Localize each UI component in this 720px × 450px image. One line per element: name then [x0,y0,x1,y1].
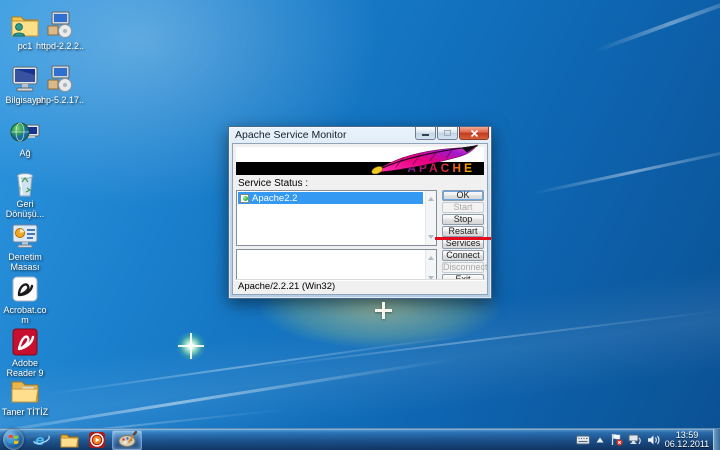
icon-label: Ağ [19,148,30,158]
windows-explorer-taskbar-icon[interactable] [56,430,82,450]
icon-label: Acrobat.com [0,305,50,325]
service-name: Apache2.2 [252,193,297,204]
desktop-icon-network[interactable]: Ağ [0,117,50,158]
taskbar-clock[interactable]: 13:59 06.12.2011 [664,431,710,449]
desktop-icon-recycle-bin[interactable]: Geri Dönüşü... [0,168,50,219]
apache-feather-icon [366,144,482,174]
recycle-bin-icon [9,168,41,198]
desktop-icon-httpd-installer[interactable]: httpd-2.2.2.. [35,10,85,51]
show-hidden-icons-button[interactable] [595,436,605,444]
icon-label: php-5.2.17.. [36,95,84,105]
dialog-body: APACHE Service Status : [232,143,488,295]
disconnect-button: Disconnect [442,262,484,273]
keyboard-tray-icon[interactable] [576,435,590,445]
start-button[interactable] [3,429,24,450]
icon-label: Denetim Masası [0,252,50,272]
paint-taskbar-button[interactable] [112,430,142,450]
close-button[interactable] [459,127,489,140]
media-player-taskbar-icon[interactable] [84,430,110,450]
volume-tray-icon[interactable] [647,434,660,446]
wallpaper-sparkle [176,331,206,361]
wallpaper-streak [532,144,720,195]
network-tray-icon[interactable] [628,434,642,445]
taskbar: e [0,428,720,450]
system-tray [576,433,660,446]
minimize-button[interactable] [415,127,436,140]
folder-icon [9,376,41,406]
service-running-icon [240,194,249,203]
installer-package-icon [44,10,76,40]
acrobat-com-icon [9,274,41,304]
desktop-icon-control-panel[interactable]: Denetim Masası [0,221,50,272]
wallpaper-streak [252,309,720,369]
desktop-icon-acrobat-com[interactable]: Acrobat.com [0,274,50,325]
apache-service-monitor-window: Apache Service Monitor APACHE [228,126,492,299]
dialog-statusbar: Apache/2.2.21 (Win32) [235,279,485,292]
connect-button[interactable]: Connect [442,250,484,261]
desktop-icon-taner-folder[interactable]: Taner TİTİZ [0,376,50,417]
restart-button[interactable]: Restart [442,226,484,237]
apache-logo-banner: APACHE [236,147,484,175]
adobe-reader-icon [9,327,41,357]
service-list-item-apache22[interactable]: Apache2.2 [238,192,423,204]
network-icon [9,117,41,147]
control-panel-icon [9,221,41,251]
dialog-button-column: OK Start Stop Restart Services Connect D… [442,190,484,287]
desktop-icon-php-installer[interactable]: php-5.2.17.. [35,64,85,105]
installer-package-icon [44,64,76,94]
wallpaper-streak [42,334,468,396]
maximize-button [437,127,458,140]
scroll-down-icon[interactable] [428,235,434,242]
crosshair-cursor [375,302,392,319]
scroll-up-icon[interactable] [428,253,434,260]
show-desktop-button[interactable] [713,429,720,450]
window-title: Apache Service Monitor [235,129,415,141]
icon-label: httpd-2.2.2.. [36,41,84,51]
start-button: Start [442,202,484,213]
action-center-icon[interactable] [610,433,623,446]
ok-button[interactable]: OK [442,190,484,201]
window-titlebar[interactable]: Apache Service Monitor [229,127,491,142]
icon-label: Taner TİTİZ [2,407,48,417]
internet-explorer-taskbar-icon[interactable]: e [28,430,54,450]
stop-button[interactable]: Stop [442,214,484,225]
scroll-up-icon[interactable] [428,194,434,201]
service-status-label: Service Status : [238,178,485,189]
icon-label: Geri Dönüşü... [0,199,50,219]
icon-label: Adobe Reader 9 [0,358,50,378]
icon-label: pc1 [18,41,33,51]
clock-date: 06.12.2011 [664,440,710,449]
service-list[interactable]: Apache2.2 [236,190,437,246]
desktop-icon-adobe-reader[interactable]: Adobe Reader 9 [0,327,50,378]
svg-text:e: e [35,433,45,449]
wallpaper-streak [595,0,720,53]
restart-annotation-underline [435,237,491,240]
